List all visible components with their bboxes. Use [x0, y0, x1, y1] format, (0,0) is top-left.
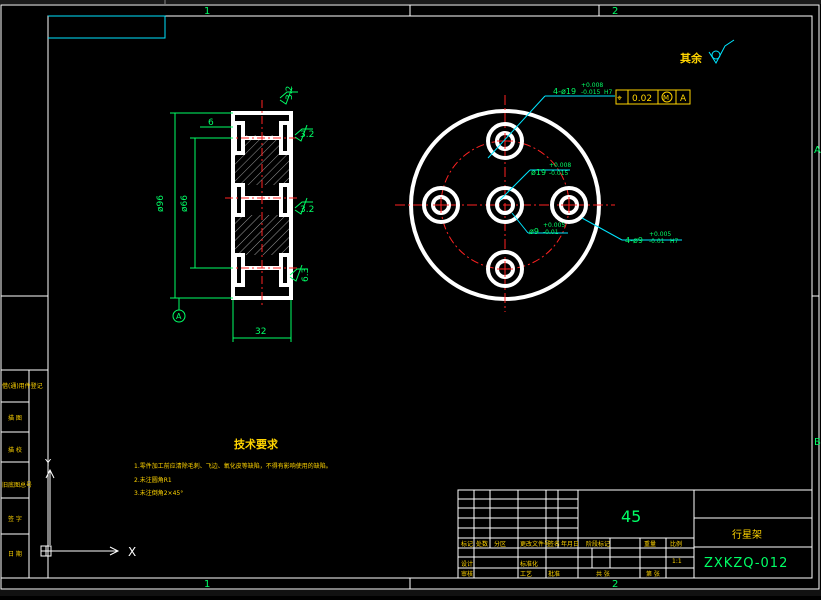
- datum-label: A: [176, 312, 182, 321]
- tb-sheet-total: 共 张: [596, 570, 610, 578]
- tb-design: 设计: [461, 560, 473, 568]
- tb-check: 审核: [461, 570, 473, 578]
- callout-4x19-dn: -0.015: [581, 89, 601, 96]
- callout-center9-dn: -0.01: [543, 229, 559, 236]
- callout-center9: ø9: [529, 227, 539, 236]
- tech-req-item-3: 3.未注倒角2×45°: [134, 489, 183, 497]
- tb-process: 工艺: [520, 570, 532, 578]
- tb-scale: 比例: [670, 540, 682, 548]
- tb-sheet-no: 第 张: [646, 570, 660, 578]
- callout-4x9-up: +0.005: [649, 231, 671, 238]
- callout-center19-up: +0.008: [549, 162, 571, 169]
- technical-requirements: 技术要求 1.零件加工前应清除毛刺、飞边、氧化皮等缺陷，不得有影响使用的缺陷。 …: [134, 437, 332, 497]
- tb-weight: 重量: [644, 540, 656, 548]
- position-tolerance-frame: ⌖ 0.02 M A: [615, 89, 691, 105]
- position-value: 0.02: [632, 94, 652, 104]
- tb-division: 分区: [494, 540, 506, 548]
- callout-4x19-text: 4-ø19: [553, 87, 576, 96]
- zone-right-A: A: [814, 145, 821, 156]
- side-section-view[interactable]: ø96 ø66 6 32 A 3.2 3.2 3.2 6.3: [156, 86, 314, 342]
- callout-4x9-dn: -0.01: [649, 238, 665, 245]
- strip-label-1: 借(通)用件登记: [2, 382, 43, 390]
- tb-stage-mark: 阶段标记: [586, 540, 610, 548]
- roughness-2: 3.2: [300, 130, 314, 140]
- tb-approve: 批准: [548, 570, 560, 578]
- callout-4x19-up: +0.008: [581, 82, 603, 89]
- zone-right-B: B: [814, 437, 821, 448]
- callout-4x9-suffix: H7: [670, 238, 679, 245]
- roughness-circle-icon: [711, 50, 721, 60]
- ucs-x-label: X: [128, 545, 136, 559]
- position-symbol-icon: ⌖: [617, 94, 622, 104]
- front-center-lines: [395, 95, 615, 312]
- roughness-1: 3.2: [285, 86, 295, 100]
- roughness-default-label: 其余: [680, 51, 703, 65]
- position-datum: A: [680, 94, 687, 104]
- zone-bottom-2: 2: [612, 579, 618, 590]
- tb-count: 处数: [476, 540, 488, 548]
- zone-top-2: 2: [612, 6, 618, 17]
- zone-ticks: [1, 5, 819, 589]
- strip-label-4: 旧底图总号: [2, 481, 32, 489]
- tech-req-item-1: 1.零件加工前应清除毛刺、飞边、氧化皮等缺陷，不得有影响使用的缺陷。: [134, 462, 332, 470]
- strip-label-5: 签 字: [8, 515, 22, 523]
- tech-req-item-2: 2.未注圆角R1: [134, 476, 172, 484]
- roughness-4: 6.3: [301, 268, 311, 282]
- ucs-y-label: Y: [44, 458, 52, 469]
- top-toolbar-edge: [0, 0, 821, 4]
- tb-part-name: 行星架: [732, 528, 762, 541]
- drawing-canvas[interactable]: 1 2 1 2 A B 其余 ø96 ø66 6 32 A 3.2 3.2 3.…: [0, 0, 821, 596]
- roughness-3: 3.2: [300, 205, 314, 215]
- title-block[interactable]: 45 行星架 ZXKZQ-012 标记 处数 分区 更改文件号 签名 年月日 设…: [457, 489, 813, 579]
- tb-change-doc: 更改文件号: [520, 540, 550, 548]
- front-view[interactable]: 4-ø19 +0.008 -0.015 H7 ø19 +0.008 -0.015…: [395, 82, 691, 312]
- callout-4x9: 4-ø9: [625, 236, 643, 245]
- tb-scale-value: 1:1: [672, 558, 682, 565]
- tb-material: 45: [621, 507, 641, 526]
- tb-drawing-no: ZXKZQ-012: [704, 556, 788, 571]
- zone-top-1: 1: [204, 6, 210, 17]
- dim-inner-dia: ø66: [180, 195, 190, 212]
- roughness-symbol-icon: [708, 39, 735, 64]
- callout-center9-up: +0.005: [543, 222, 565, 229]
- cad-drawing[interactable]: 1 2 1 2 A B 其余 ø96 ø66 6 32 A 3.2 3.2 3.…: [0, 0, 821, 596]
- dim-overall-dia: ø96: [156, 195, 166, 212]
- zone-bottom-1: 1: [204, 579, 210, 590]
- tech-req-title: 技术要求: [234, 437, 279, 451]
- callout-center19-dn: -0.015: [549, 170, 569, 177]
- tb-sign: 签名: [548, 540, 560, 548]
- strip-label-2: 描 图: [8, 414, 22, 422]
- strip-label-3: 描 校: [8, 446, 22, 454]
- callout-4x19-suffix: H7: [604, 89, 613, 96]
- bottom-scrollbar[interactable]: [0, 590, 821, 596]
- projection-symbol-box: [48, 15, 166, 39]
- position-modifier: M: [663, 94, 669, 102]
- strip-label-6: 日 期: [8, 550, 22, 558]
- default-roughness: 其余: [680, 39, 735, 65]
- sheet-border: [0, 4, 820, 590]
- callout-center19: ø19: [531, 168, 546, 177]
- tb-mark: 标记: [461, 540, 473, 548]
- tb-standardize: 标准化: [520, 560, 538, 568]
- ucs-icon: [40, 468, 120, 557]
- dim-width: 32: [255, 327, 266, 337]
- tb-date: 年月日: [561, 540, 579, 548]
- dim-small: 6: [208, 118, 214, 128]
- callout-4x19: 4-ø19: [553, 87, 576, 96]
